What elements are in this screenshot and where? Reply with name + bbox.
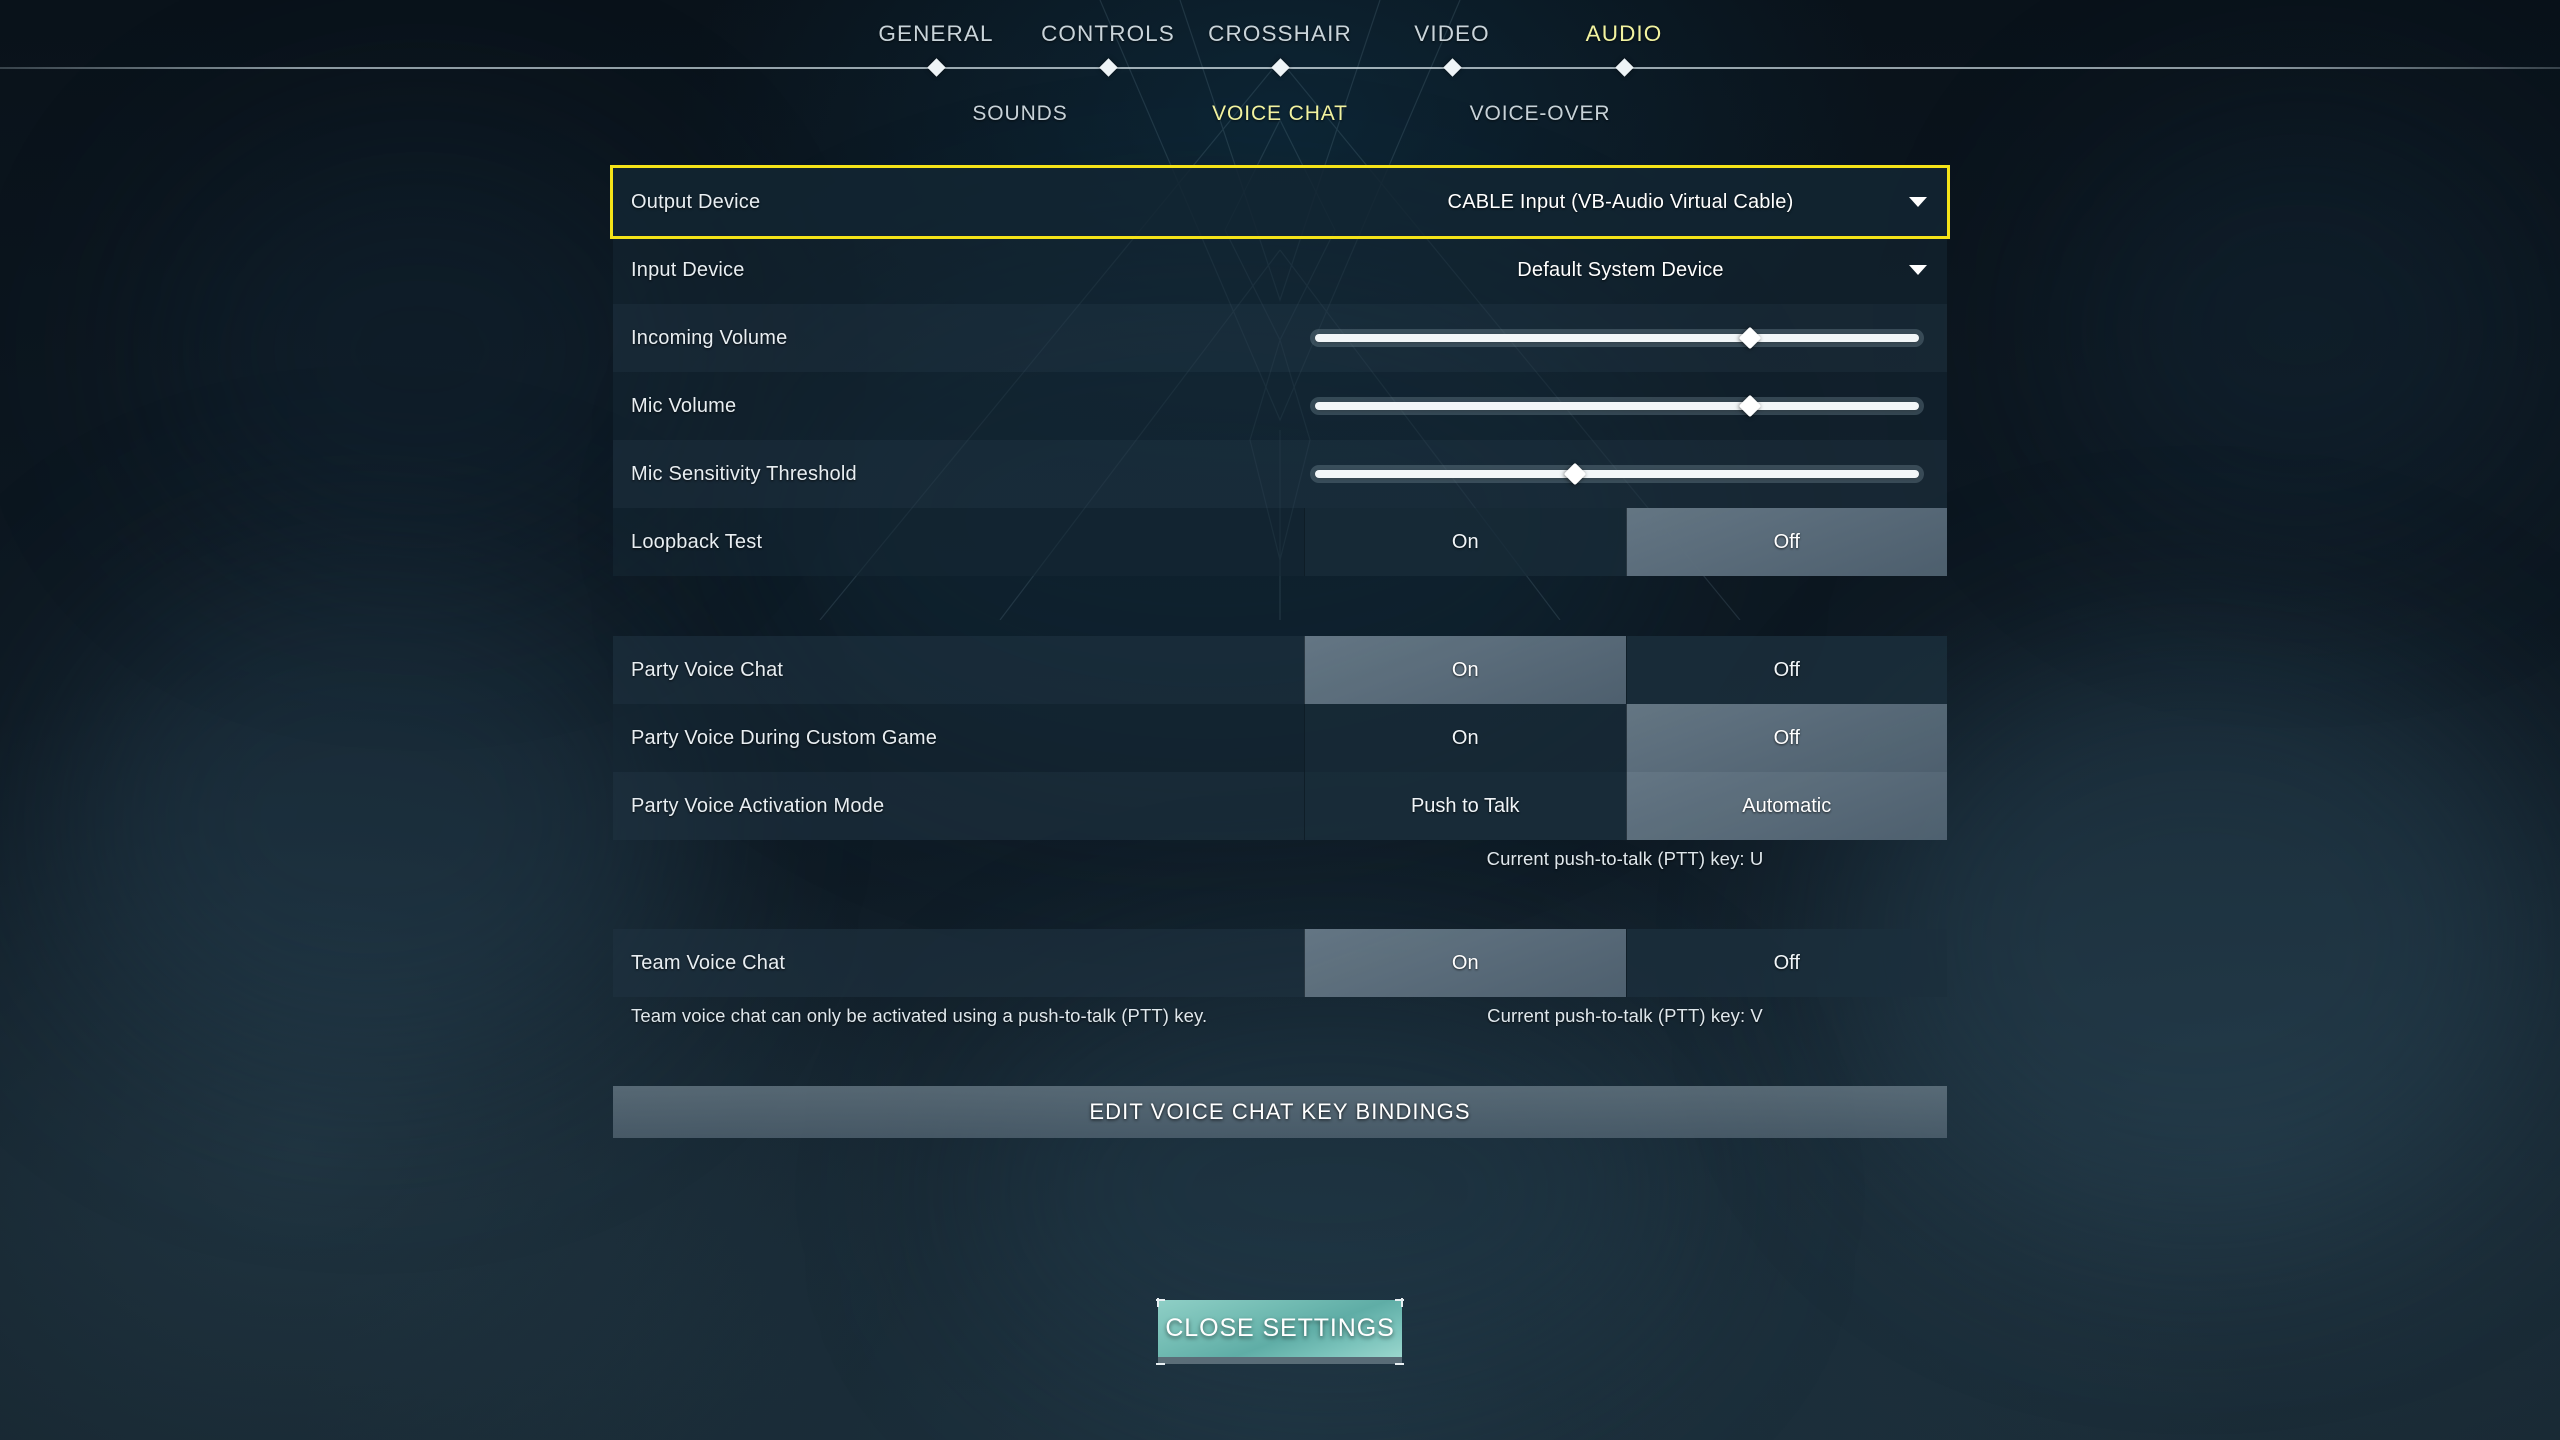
corner-tick [1401, 1298, 1403, 1307]
team-voice-chat-toggle-group: On Off [1304, 929, 1947, 997]
label-incoming-volume: Incoming Volume [631, 326, 788, 349]
slider-track [1315, 334, 1919, 342]
main-tab-bar: GENERAL CONTROLS CROSSHAIR VIDEO AUDIO [0, 0, 2560, 77]
party-ptt-hint-row: Current push-to-talk (PTT) key: U [613, 840, 1947, 884]
row-party-voice-activation-mode: Party Voice Activation Mode Push to Talk… [613, 772, 1947, 840]
toggle-option[interactable]: Automatic [1625, 772, 1947, 840]
slider-handle[interactable] [1738, 394, 1762, 418]
edit-voice-chat-key-bindings-button[interactable]: EDIT VOICE CHAT KEY BINDINGS [613, 1086, 1947, 1138]
loopback-test-toggle-group: On Off [1304, 508, 1947, 576]
background-blur-blob [60, 560, 680, 1080]
settings-panel: Output Device CABLE Input (VB-Audio Virt… [610, 165, 1950, 1138]
party-voice-chat-toggle-group: On Off [1304, 636, 1947, 704]
mic-volume-slider[interactable] [1315, 372, 1919, 440]
tab-video[interactable]: VIDEO [1372, 21, 1532, 47]
subtab-voice-over[interactable]: VOICE-OVER [1410, 102, 1670, 126]
tab-crosshair[interactable]: CROSSHAIR [1200, 21, 1360, 47]
team-voice-note: Team voice chat can only be activated us… [631, 1005, 1208, 1026]
toggle-option[interactable]: On [1304, 508, 1626, 576]
row-team-voice-chat: Team Voice Chat On Off [613, 929, 1947, 997]
toggle-option[interactable]: Off [1625, 929, 1947, 997]
party-voice-activation-mode-toggle-group: Push to Talk Automatic [1304, 772, 1947, 840]
background-blur-blob [1850, 640, 2550, 1240]
label-loopback-test: Loopback Test [631, 530, 763, 553]
input-device-value: Default System Device [1517, 258, 1724, 281]
label-party-voice-activation-mode: Party Voice Activation Mode [631, 794, 885, 817]
close-settings-button[interactable]: CLOSE SETTINGS [1156, 1298, 1404, 1365]
toggle-option[interactable]: Off [1625, 704, 1947, 772]
tab-general[interactable]: GENERAL [856, 21, 1016, 47]
close-settings-area: CLOSE SETTINGS [0, 1298, 2560, 1365]
label-output-device: Output Device [631, 190, 761, 213]
slider-handle[interactable] [1563, 462, 1587, 486]
close-settings-label: CLOSE SETTINGS [1165, 1314, 1395, 1342]
row-output-device[interactable]: Output Device CABLE Input (VB-Audio Virt… [610, 165, 1950, 239]
row-incoming-volume: Incoming Volume [613, 304, 1947, 372]
label-party-voice-chat: Party Voice Chat [631, 658, 784, 681]
team-hint-row: Team voice chat can only be activated us… [613, 997, 1947, 1041]
tab-controls[interactable]: CONTROLS [1028, 21, 1188, 47]
party-ptt-hint: Current push-to-talk (PTT) key: U [1486, 848, 1764, 869]
label-mic-volume: Mic Volume [631, 394, 737, 417]
party-voice-custom-game-toggle-group: On Off [1304, 704, 1947, 772]
label-input-device: Input Device [631, 258, 745, 281]
toggle-option[interactable]: On [1304, 636, 1626, 704]
row-input-device[interactable]: Input Device Default System Device [613, 236, 1947, 304]
chevron-down-icon[interactable] [1909, 197, 1927, 207]
background-blur-blob [160, 140, 680, 560]
row-party-voice-custom-game: Party Voice During Custom Game On Off [613, 704, 1947, 772]
corner-tick [1395, 1363, 1404, 1365]
row-mic-volume: Mic Volume [613, 372, 1947, 440]
output-device-dropdown[interactable]: CABLE Input (VB-Audio Virtual Cable) [1304, 168, 1947, 236]
toggle-option[interactable]: Off [1625, 508, 1947, 576]
toggle-option[interactable]: On [1304, 929, 1626, 997]
valorant-settings-screen: GENERAL CONTROLS CROSSHAIR VIDEO AUDIO SOUND… [0, 0, 2560, 1440]
label-mic-sensitivity-threshold: Mic Sensitivity Threshold [631, 462, 857, 485]
slider-track [1315, 402, 1919, 410]
chevron-down-icon[interactable] [1909, 265, 1927, 275]
background-blur-blob [2060, 120, 2540, 540]
slider-handle[interactable] [1738, 326, 1762, 350]
row-mic-sensitivity-threshold: Mic Sensitivity Threshold [613, 440, 1947, 508]
subtab-voice-chat[interactable]: VOICE CHAT [1150, 102, 1410, 126]
team-ptt-hint: Current push-to-talk (PTT) key: V [1487, 1005, 1763, 1026]
input-device-dropdown[interactable]: Default System Device [1304, 236, 1947, 304]
tab-audio[interactable]: AUDIO [1544, 21, 1704, 47]
sub-tab-bar: SOUNDS VOICE CHAT VOICE-OVER [0, 92, 2560, 136]
label-team-voice-chat: Team Voice Chat [631, 951, 786, 974]
output-device-value: CABLE Input (VB-Audio Virtual Cable) [1447, 190, 1794, 213]
row-party-voice-chat: Party Voice Chat On Off [613, 636, 1947, 704]
row-loopback-test: Loopback Test On Off [613, 508, 1947, 576]
incoming-volume-slider[interactable] [1315, 304, 1919, 372]
subtab-sounds[interactable]: SOUNDS [890, 102, 1150, 126]
toggle-option[interactable]: On [1304, 704, 1626, 772]
toggle-option[interactable]: Push to Talk [1304, 772, 1626, 840]
corner-tick [1156, 1363, 1165, 1365]
mic-sensitivity-slider[interactable] [1315, 440, 1919, 508]
toggle-option[interactable]: Off [1625, 636, 1947, 704]
corner-tick [1157, 1298, 1159, 1307]
label-party-voice-custom-game: Party Voice During Custom Game [631, 726, 938, 749]
slider-track [1315, 470, 1919, 478]
